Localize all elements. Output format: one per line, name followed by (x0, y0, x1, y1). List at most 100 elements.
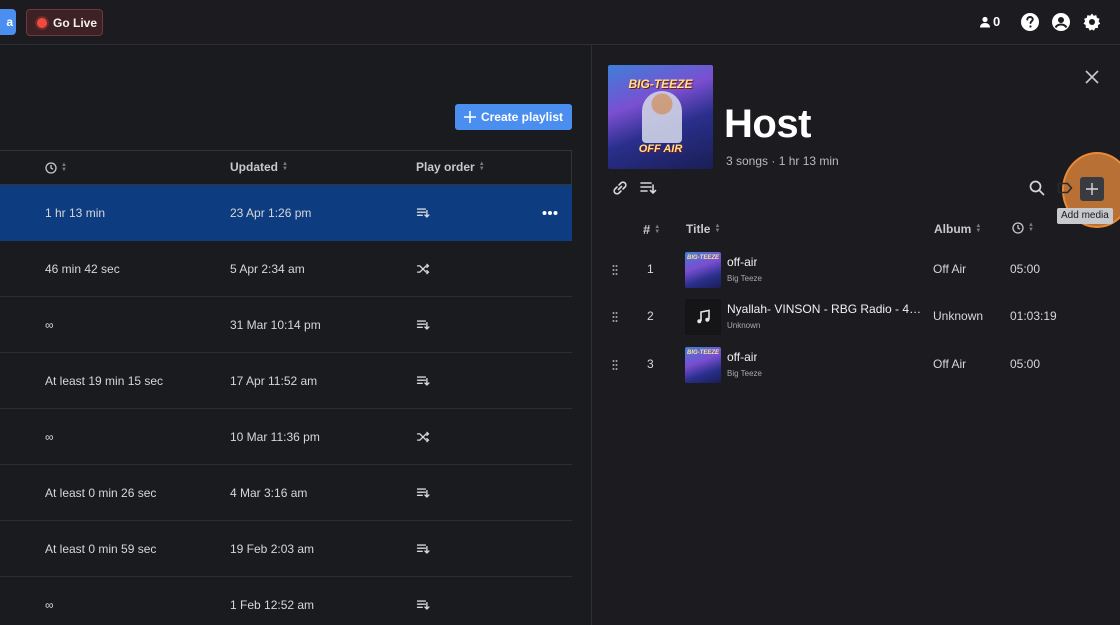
listener-count[interactable]: 0 (979, 14, 1000, 29)
track-length: 05:00 (1010, 262, 1041, 276)
playlist-duration: At least 0 min 26 sec (45, 486, 157, 500)
more-icon[interactable] (542, 210, 558, 216)
table-row[interactable]: At least 0 min 26 sec 4 Mar 3:16 am (0, 465, 572, 521)
play-order-column-header[interactable]: Play order ▲ ▼ (416, 160, 485, 174)
top-bar: a Go Live 0 (0, 0, 1120, 45)
sequential-icon (416, 320, 430, 330)
row-more-button[interactable] (542, 185, 558, 241)
play-order-header-label: Play order (416, 160, 475, 174)
num-header-label: # (643, 222, 651, 237)
table-row[interactable]: ∞ 1 Feb 12:52 am (0, 577, 572, 625)
help-icon[interactable] (1020, 12, 1040, 32)
track-row[interactable]: 2 Nyallah- VINSON - RBG Radio - 4-23... Un… (592, 294, 1120, 340)
link-icon[interactable] (611, 179, 629, 197)
playlist-play-order (416, 353, 430, 409)
listener-count-value: 0 (993, 14, 1001, 29)
settings-icon[interactable] (1082, 12, 1102, 32)
playlist-play-order (416, 185, 430, 241)
table-row[interactable]: ∞ 10 Mar 11:36 pm (0, 409, 572, 465)
sequential-icon[interactable] (639, 179, 657, 197)
drag-handle-icon[interactable] (612, 359, 618, 371)
close-icon[interactable] (1084, 69, 1100, 85)
table-row[interactable]: ∞ 31 Mar 10:14 pm (0, 297, 572, 353)
sort-icon: ▲ ▼ (1028, 222, 1034, 233)
playlist-updated: 31 Mar 10:14 pm (230, 318, 321, 332)
account-icon[interactable] (1051, 12, 1071, 32)
track-row[interactable]: 3 BIG-TEEZE off-air Big Teeze Off Air 05:00 (592, 342, 1120, 388)
table-header: ▲ ▼ Updated ▲ ▼ Play order ▲ ▼ (0, 150, 572, 185)
track-album: Unknown (933, 309, 984, 323)
playlist-play-order (416, 297, 430, 353)
playlist-duration: ∞ (45, 598, 54, 612)
table-row[interactable]: At least 0 min 59 sec 19 Feb 2:03 am (0, 521, 572, 577)
live-dot-icon (37, 17, 47, 28)
length-column-header[interactable]: ▲ ▼ (1012, 222, 1034, 234)
playlist-updated: 5 Apr 2:34 am (230, 262, 305, 276)
music-note-icon (697, 309, 710, 324)
playlist-updated: 1 Feb 12:52 am (230, 598, 315, 612)
track-number: 1 (647, 262, 654, 276)
drag-handle[interactable] (612, 311, 618, 323)
user-icon (980, 16, 990, 27)
drag-handle[interactable] (612, 359, 618, 371)
track-artist: Unknown (727, 321, 761, 330)
updated-column-header[interactable]: Updated ▲ ▼ (230, 160, 288, 174)
title-column-header[interactable]: Title ▲ ▼ (686, 222, 720, 236)
track-title: Nyallah- VINSON - RBG Radio - 4-23... (727, 302, 925, 316)
clock-icon (1012, 222, 1024, 234)
track-length: 05:00 (1010, 357, 1041, 371)
playlist-play-order (416, 577, 430, 625)
track-thumbnail: BIG-TEEZE (685, 347, 721, 383)
playlist-meta: 3 songs · 1 hr 13 min (726, 154, 839, 168)
duration-column-header[interactable]: ▲ ▼ (45, 162, 67, 174)
num-column-header[interactable]: # ▲ ▼ (643, 222, 660, 237)
album-header-label: Album (934, 222, 972, 236)
shuffle-icon (416, 263, 430, 275)
table-row[interactable]: 46 min 42 sec 5 Apr 2:34 am (0, 241, 572, 297)
playlist-detail-panel: BIG-TEEZE OFF AIR Host 3 songs · 1 hr 13… (592, 46, 1120, 625)
playlist-updated: 19 Feb 2:03 am (230, 542, 315, 556)
go-live-label: Go Live (53, 15, 98, 30)
drag-handle[interactable] (612, 264, 618, 276)
sequential-icon (416, 544, 430, 554)
playlist-cover-art: BIG-TEEZE OFF AIR (608, 65, 713, 169)
track-artist: Big Teeze (727, 274, 762, 283)
sort-icon: ▲ ▼ (714, 223, 721, 234)
track-row[interactable]: 1 BIG-TEEZE off-air Big Teeze Off Air 05:00 (592, 247, 1120, 293)
search-icon[interactable] (1028, 179, 1046, 197)
updated-header-label: Updated (230, 160, 278, 174)
album-column-header[interactable]: Album ▲ ▼ (934, 222, 981, 236)
playlist-duration: ∞ (45, 430, 54, 444)
plus-icon (1086, 183, 1098, 195)
table-row[interactable]: At least 19 min 15 sec 17 Apr 11:52 am (0, 353, 572, 409)
create-playlist-button[interactable]: Create playlist (455, 104, 572, 130)
playlist-play-order (416, 521, 430, 577)
go-live-button[interactable]: Go Live (26, 9, 103, 36)
sequential-icon (416, 376, 430, 386)
drag-handle-icon[interactable] (612, 311, 618, 323)
track-artist: Big Teeze (727, 369, 762, 378)
tag-icon[interactable] (1056, 179, 1074, 197)
drag-handle-icon[interactable] (612, 264, 618, 276)
sort-icon: ▲ ▼ (975, 223, 982, 234)
thumb-text: BIG-TEEZE (686, 350, 719, 356)
playlist-title: Host (724, 102, 811, 146)
playlist-duration: At least 0 min 59 sec (45, 542, 157, 556)
sort-icon: ▲ ▼ (61, 162, 67, 173)
track-number: 3 (647, 357, 654, 371)
plus-icon (463, 111, 476, 123)
table-body: 1 hr 13 min 23 Apr 1:26 pm 46 min 42 sec 5 … (0, 185, 572, 625)
title-header-label: Title (686, 222, 711, 236)
add-media-button[interactable] (1080, 177, 1104, 201)
table-row[interactable]: 1 hr 13 min 23 Apr 1:26 pm (0, 185, 572, 241)
sequential-icon (416, 488, 430, 498)
playlist-duration: ∞ (45, 318, 54, 332)
partial-button[interactable]: a (0, 9, 16, 35)
playlists-pane: Create playlist ▲ ▼ Updated ▲ ▼ Play order… (0, 46, 591, 625)
sequential-icon (416, 208, 430, 218)
track-title: off-air (727, 350, 758, 364)
cover-text-top: BIG-TEEZE (628, 77, 693, 91)
playlist-duration: 46 min 42 sec (45, 262, 120, 276)
playlist-updated: 4 Mar 3:16 am (230, 486, 308, 500)
sort-icon: ▲ ▼ (654, 223, 661, 235)
